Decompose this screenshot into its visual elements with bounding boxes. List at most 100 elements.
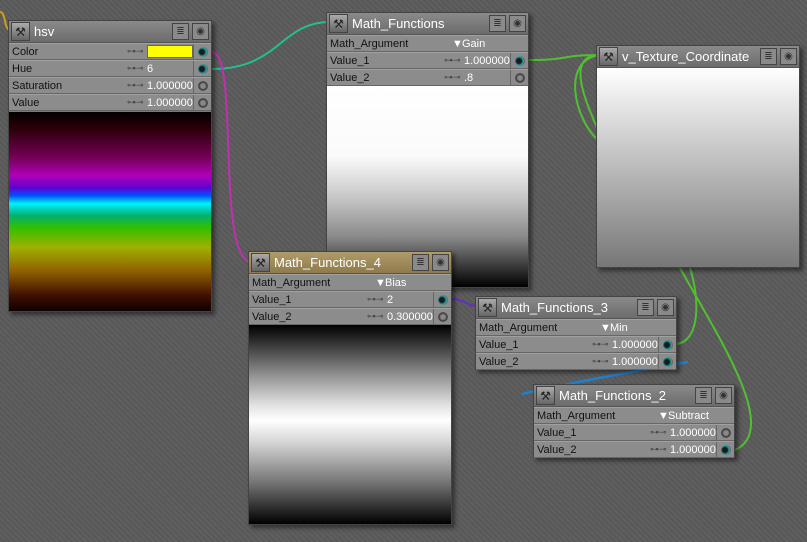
node-title: Math_Functions_4 (274, 255, 381, 270)
param-label: Value_2 (479, 355, 519, 368)
socket-icon[interactable] (716, 424, 734, 441)
param-label: Value_1 (252, 293, 292, 306)
param-row-value_1[interactable]: Value_1 ⊶⊸ 1.000000 (327, 52, 528, 69)
argument-label: Math_Argument (330, 37, 409, 50)
param-value[interactable]: 6 (147, 63, 193, 75)
link-icon[interactable]: ⊶⊸ (127, 46, 147, 57)
wrench-icon[interactable]: ⚒ (251, 253, 270, 272)
link-icon[interactable]: ⊶⊸ (367, 311, 387, 322)
argument-dropdown-arrow-icon[interactable]: ▼ (600, 322, 611, 334)
param-row-value_2[interactable]: Value_2 ⊶⊸ 0.300000 (249, 308, 451, 325)
wrench-icon[interactable]: ⚒ (11, 22, 30, 41)
param-label: Value_2 (330, 71, 370, 84)
link-icon[interactable]: ⊶⊸ (592, 339, 612, 350)
wrench-icon[interactable]: ⚒ (329, 14, 348, 33)
node-header[interactable]: ⚒ Math_Functions_4 ≣ ◉ (249, 252, 451, 274)
node-header[interactable]: ⚒ Math_Functions_3 ≣ ◉ (476, 297, 676, 319)
math-argument-row[interactable]: Math_Argument ▼ Subtract (534, 407, 734, 424)
options-menu-icon[interactable]: ≣ (760, 48, 777, 65)
connected-socket-icon[interactable] (658, 353, 676, 370)
connected-socket-icon[interactable] (433, 291, 451, 308)
options-menu-icon[interactable]: ≣ (489, 15, 506, 32)
param-row-value_2[interactable]: Value_2 ⊶⊸ .8 (327, 69, 528, 86)
param-value[interactable]: 1.000000 (670, 427, 716, 439)
param-value[interactable]: 2 (387, 294, 433, 306)
param-label: Value_2 (252, 310, 292, 323)
socket-icon[interactable] (510, 69, 528, 86)
argument-dropdown-arrow-icon[interactable]: ▼ (375, 277, 386, 289)
connected-socket-icon[interactable] (716, 441, 734, 458)
node-v-texture-coordinate[interactable]: ⚒ v_Texture_Coordinate ≣ ◉ (596, 45, 800, 268)
color-swatch[interactable] (147, 45, 193, 58)
param-row-value_2[interactable]: Value_2 ⊶⊸ 1.000000 (534, 441, 734, 458)
preview-eye-icon[interactable]: ◉ (715, 387, 732, 404)
node-hsv[interactable]: ⚒ hsv ≣ ◉ Color ⊶⊸ Hue ⊶⊸ 6 Saturation ⊶⊸ 1.000000 V… (8, 20, 212, 312)
connected-socket-icon[interactable] (510, 52, 528, 69)
argument-label: Math_Argument (479, 321, 558, 334)
wrench-icon[interactable]: ⚒ (536, 386, 555, 405)
link-icon[interactable]: ⊶⊸ (367, 294, 387, 305)
link-icon[interactable]: ⊶⊸ (127, 97, 147, 108)
options-menu-icon[interactable]: ≣ (637, 299, 654, 316)
node-header[interactable]: ⚒ Math_Functions ≣ ◉ (327, 13, 528, 35)
preview-eye-icon[interactable]: ◉ (780, 48, 797, 65)
math-argument-row[interactable]: Math_Argument ▼ Bias (249, 274, 451, 291)
math-argument-row[interactable]: Math_Argument ▼ Min (476, 319, 676, 336)
param-value[interactable]: 1.000000 (147, 97, 193, 109)
link-icon[interactable]: ⊶⊸ (444, 72, 464, 83)
param-label: Saturation (12, 79, 63, 92)
node-math-functions-2[interactable]: ⚒ Math_Functions_2 ≣ ◉ Math_Argument ▼ Subtrac… (533, 384, 735, 458)
connected-socket-icon[interactable] (193, 60, 211, 77)
math-argument-row[interactable]: Math_Argument ▼ Gain (327, 35, 528, 52)
connected-socket-icon[interactable] (193, 43, 211, 60)
preview-eye-icon[interactable]: ◉ (509, 15, 526, 32)
link-icon[interactable]: ⊶⊸ (592, 356, 612, 367)
preview-eye-icon[interactable]: ◉ (192, 23, 209, 40)
param-row-color[interactable]: Color ⊶⊸ (9, 43, 211, 60)
param-row-value_1[interactable]: Value_1 ⊶⊸ 2 (249, 291, 451, 308)
argument-dropdown-arrow-icon[interactable]: ▼ (658, 410, 669, 422)
preview-eye-icon[interactable]: ◉ (657, 299, 674, 316)
param-value[interactable]: 0.300000 (387, 311, 433, 323)
argument-value[interactable]: Subtract (668, 410, 734, 422)
connected-socket-icon[interactable] (658, 336, 676, 353)
options-menu-icon[interactable]: ≣ (695, 387, 712, 404)
node-header[interactable]: ⚒ v_Texture_Coordinate ≣ ◉ (597, 46, 799, 68)
param-row-value_2[interactable]: Value_2 ⊶⊸ 1.000000 (476, 353, 676, 370)
wrench-icon[interactable]: ⚒ (599, 47, 618, 66)
param-row-hue[interactable]: Hue ⊶⊸ 6 (9, 60, 211, 77)
param-value[interactable]: 1.000000 (612, 339, 658, 351)
wrench-icon[interactable]: ⚒ (478, 298, 497, 317)
param-value[interactable]: .8 (464, 72, 510, 84)
node-header[interactable]: ⚒ Math_Functions_2 ≣ ◉ (534, 385, 734, 407)
node-math-functions-4[interactable]: ⚒ Math_Functions_4 ≣ ◉ Math_Argument ▼ Bias Val… (248, 251, 452, 525)
socket-icon[interactable] (193, 77, 211, 94)
param-row-value_1[interactable]: Value_1 ⊶⊸ 1.000000 (476, 336, 676, 353)
argument-value[interactable]: Bias (385, 277, 451, 289)
link-icon[interactable]: ⊶⊸ (650, 444, 670, 455)
node-title: Math_Functions_3 (501, 300, 608, 315)
param-row-value[interactable]: Value ⊶⊸ 1.000000 (9, 94, 211, 111)
options-menu-icon[interactable]: ≣ (172, 23, 189, 40)
preview-eye-icon[interactable]: ◉ (432, 254, 449, 271)
socket-icon[interactable] (193, 94, 211, 111)
link-icon[interactable]: ⊶⊸ (127, 63, 147, 74)
argument-value[interactable]: Gain (462, 38, 528, 50)
link-icon[interactable]: ⊶⊸ (127, 80, 147, 91)
node-math-functions[interactable]: ⚒ Math_Functions ≣ ◉ Math_Argument ▼ Gain Value… (326, 12, 529, 288)
param-row-value_1[interactable]: Value_1 ⊶⊸ 1.000000 (534, 424, 734, 441)
param-value[interactable]: 1.000000 (147, 80, 193, 92)
argument-value[interactable]: Min (610, 322, 676, 334)
param-value[interactable]: 1.000000 (670, 444, 716, 456)
param-value[interactable]: 1.000000 (612, 356, 658, 368)
node-math-functions-3[interactable]: ⚒ Math_Functions_3 ≣ ◉ Math_Argument ▼ Min Valu… (475, 296, 677, 370)
link-icon[interactable]: ⊶⊸ (650, 427, 670, 438)
param-label: Value_1 (330, 54, 370, 67)
param-value[interactable]: 1.000000 (464, 55, 510, 67)
socket-icon[interactable] (433, 308, 451, 325)
argument-dropdown-arrow-icon[interactable]: ▼ (452, 38, 463, 50)
param-row-saturation[interactable]: Saturation ⊶⊸ 1.000000 (9, 77, 211, 94)
options-menu-icon[interactable]: ≣ (412, 254, 429, 271)
link-icon[interactable]: ⊶⊸ (444, 55, 464, 66)
node-header[interactable]: ⚒ hsv ≣ ◉ (9, 21, 211, 43)
